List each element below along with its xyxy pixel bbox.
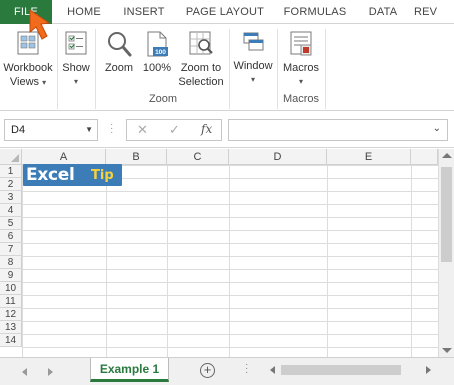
logo-tip-text: Tip bbox=[91, 168, 114, 183]
zoom-selection-label-1: Zoom to bbox=[180, 62, 222, 74]
caret-down-icon: ▾ bbox=[250, 75, 255, 84]
column-header-f[interactable] bbox=[411, 149, 438, 165]
tab-page-layout[interactable]: PAGE LAYOUT bbox=[180, 0, 270, 24]
window-button[interactable]: Window ▾ bbox=[231, 29, 275, 87]
ribbon: Workbook Views ▾ Show ▾ Zoom 100 100% Zo… bbox=[0, 25, 454, 111]
gridline bbox=[327, 165, 328, 357]
gridline bbox=[167, 165, 168, 357]
resize-grip-icon[interactable]: · · · bbox=[110, 120, 113, 138]
window-label: Window bbox=[233, 60, 273, 72]
zoom-label: Zoom bbox=[104, 62, 134, 74]
gridline bbox=[411, 165, 412, 357]
row-header[interactable]: 9 bbox=[0, 269, 22, 282]
formula-buttons: ✕ ✓ fx bbox=[126, 119, 222, 141]
row-header[interactable]: 8 bbox=[0, 256, 22, 269]
pointer-arrow-icon bbox=[29, 9, 51, 40]
row-header[interactable]: 13 bbox=[0, 321, 22, 334]
horizontal-scrollbar[interactable] bbox=[265, 362, 435, 378]
row-header[interactable]: 6 bbox=[0, 230, 22, 243]
scroll-up-icon[interactable] bbox=[442, 153, 452, 158]
row-header[interactable]: 2 bbox=[0, 178, 22, 191]
group-separator bbox=[229, 29, 230, 109]
row-header[interactable]: 3 bbox=[0, 191, 22, 204]
excel-tip-logo: Excel Tip bbox=[23, 164, 122, 186]
zoom-100-label: 100% bbox=[142, 62, 172, 74]
insert-function-icon[interactable]: fx bbox=[201, 122, 212, 136]
formula-input[interactable]: ⌄ bbox=[228, 119, 448, 141]
tab-review[interactable]: REV bbox=[414, 0, 454, 24]
select-all-corner[interactable] bbox=[0, 149, 22, 165]
show-icon bbox=[65, 31, 87, 55]
row-header[interactable]: 14 bbox=[0, 334, 22, 347]
show-button[interactable]: Show ▾ bbox=[59, 29, 93, 89]
column-header-c[interactable]: C bbox=[167, 149, 229, 165]
row-header[interactable]: 4 bbox=[0, 204, 22, 217]
macros-label: Macros bbox=[282, 62, 320, 74]
scroll-left-icon[interactable] bbox=[270, 366, 275, 374]
sheet-tab-example-1[interactable]: Example 1 bbox=[90, 358, 169, 382]
row-header[interactable]: 12 bbox=[0, 308, 22, 321]
svg-text:100: 100 bbox=[155, 49, 166, 56]
row-header[interactable]: 7 bbox=[0, 243, 22, 256]
row-header[interactable]: 5 bbox=[0, 217, 22, 230]
name-box-value: D4 bbox=[11, 124, 26, 136]
column-header-e[interactable]: E bbox=[327, 149, 411, 165]
cell-area[interactable] bbox=[22, 165, 438, 357]
macros-button[interactable]: Macros ▾ bbox=[279, 29, 323, 89]
sheet-tab-bar: Example 1 + · · · bbox=[0, 357, 454, 385]
zoom-button[interactable]: Zoom bbox=[100, 29, 138, 75]
tab-data[interactable]: DATA bbox=[360, 0, 406, 24]
workbook-views-label-1: Workbook bbox=[3, 62, 53, 74]
workbook-views-label-2: Views bbox=[9, 76, 40, 88]
column-header-a[interactable]: A bbox=[22, 149, 106, 165]
sheet-prev-icon[interactable] bbox=[22, 368, 27, 376]
row-header[interactable]: 11 bbox=[0, 295, 22, 308]
show-label: Show bbox=[62, 62, 90, 74]
macros-icon bbox=[290, 31, 312, 56]
add-sheet-icon[interactable]: + bbox=[200, 363, 215, 378]
zoom-to-selection-button[interactable]: Zoom to Selection bbox=[175, 29, 227, 89]
macros-group-label: Macros bbox=[282, 93, 320, 105]
zoom-group-label: Zoom bbox=[148, 93, 178, 105]
scroll-thumb[interactable] bbox=[441, 167, 452, 262]
chevron-down-icon[interactable]: ▼ bbox=[85, 120, 93, 140]
cancel-icon[interactable]: ✕ bbox=[137, 122, 148, 138]
column-header-d[interactable]: D bbox=[229, 149, 327, 165]
zoom-selection-icon bbox=[189, 31, 213, 55]
scroll-down-icon[interactable] bbox=[442, 348, 452, 353]
logo-excel-text: Excel bbox=[26, 165, 75, 185]
zoom-selection-label-2: Selection bbox=[178, 76, 224, 88]
gridline bbox=[229, 165, 230, 357]
caret-down-icon: ▾ bbox=[298, 77, 303, 86]
window-icon bbox=[243, 32, 264, 51]
column-header-b[interactable]: B bbox=[106, 149, 167, 165]
tab-formulas[interactable]: FORMULAS bbox=[276, 0, 354, 24]
caret-down-icon: ▾ bbox=[42, 78, 47, 87]
sheet-next-icon[interactable] bbox=[48, 368, 53, 376]
gridline bbox=[106, 165, 107, 357]
caret-down-icon: ▾ bbox=[73, 77, 78, 86]
zoom-magnifier-icon bbox=[108, 32, 132, 57]
row-header[interactable]: 10 bbox=[0, 282, 22, 295]
vertical-scrollbar[interactable] bbox=[438, 149, 454, 357]
enter-icon[interactable]: ✓ bbox=[169, 122, 180, 138]
zoom-100-icon: 100 bbox=[147, 31, 168, 57]
ribbon-tabs: FILE HOME INSERT PAGE LAYOUT FORMULAS DA… bbox=[0, 0, 454, 24]
row-header[interactable]: 1 bbox=[0, 165, 22, 178]
scroll-thumb[interactable] bbox=[281, 365, 401, 375]
resize-grip-icon[interactable]: · · · bbox=[245, 360, 248, 378]
group-separator bbox=[95, 29, 96, 109]
group-separator bbox=[277, 29, 278, 109]
name-box[interactable]: D4 ▼ bbox=[4, 119, 98, 141]
tab-insert[interactable]: INSERT bbox=[114, 0, 174, 24]
formula-bar: D4 ▼ · · · ✕ ✓ fx ⌄ bbox=[0, 111, 454, 148]
zoom-100-button[interactable]: 100 100% bbox=[140, 29, 174, 75]
tab-home[interactable]: HOME bbox=[58, 0, 110, 24]
group-separator bbox=[325, 29, 326, 109]
chevron-down-icon[interactable]: ⌄ bbox=[433, 123, 441, 134]
scroll-right-icon[interactable] bbox=[426, 366, 431, 374]
